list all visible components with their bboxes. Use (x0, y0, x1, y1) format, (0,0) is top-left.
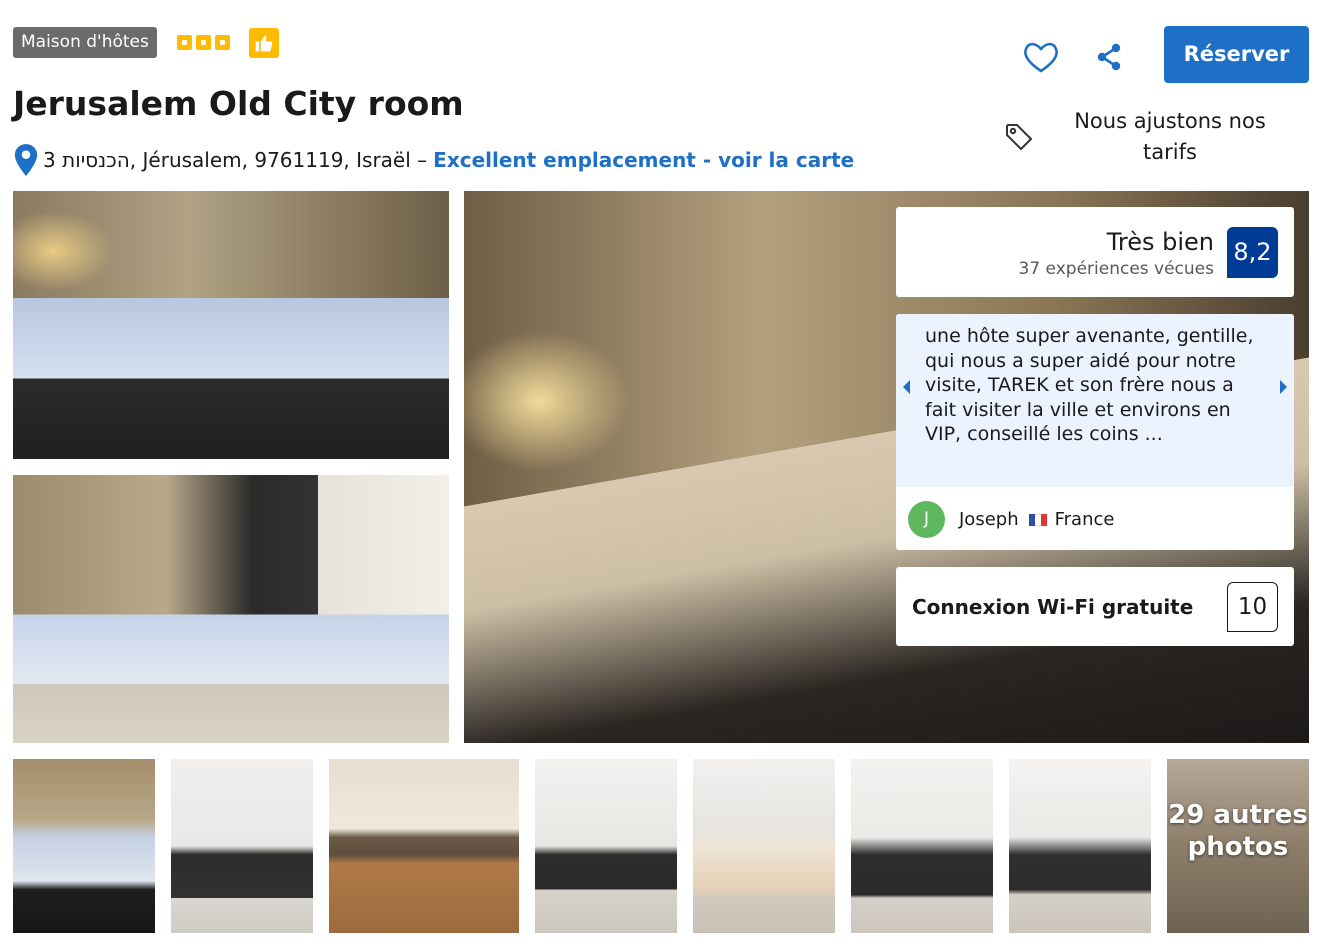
star-icon (215, 35, 230, 50)
star-icon (177, 35, 192, 50)
review-count: 37 expériences vécues (1018, 259, 1214, 279)
price-match-note[interactable]: Nous ajustons nos tarifs (1050, 106, 1290, 168)
rating-score-badge: 8,2 (1227, 227, 1278, 278)
reviewer-info: Joseph France (959, 509, 1114, 530)
gallery-thumbnail[interactable] (1009, 759, 1151, 933)
gallery-photo[interactable] (13, 191, 449, 459)
thumbs-up-icon[interactable] (249, 28, 279, 58)
save-favorite-button[interactable] (1022, 39, 1060, 75)
reviewer-country: France (1054, 509, 1115, 530)
address-line: 3 הכנסיות, Jérusalem, 9761119, Israël – … (13, 143, 854, 177)
reserve-button[interactable]: Réserver (1164, 26, 1309, 83)
france-flag-icon (1028, 513, 1047, 526)
wifi-label: Connexion Wi-Fi gratuite (912, 595, 1194, 619)
more-photos-thumbnail[interactable]: 29 autres photos (1167, 759, 1309, 933)
review-quote-box: une hôte super avenante, gentille, qui n… (896, 314, 1294, 487)
gallery-thumbnail[interactable] (171, 759, 313, 933)
gallery-thumbnail[interactable] (693, 759, 835, 933)
rating-summary[interactable]: Très bien 37 expériences vécues 8,2 (896, 207, 1294, 297)
guest-review-card: une hôte super avenante, gentille, qui n… (896, 314, 1294, 550)
review-text: une hôte super avenante, gentille, qui n… (925, 325, 1254, 446)
chevron-left-icon (903, 380, 910, 394)
avatar: J (908, 501, 945, 538)
previous-review-button[interactable] (896, 372, 916, 402)
gallery-thumbnail[interactable] (535, 759, 677, 933)
next-review-button[interactable] (1274, 372, 1294, 402)
rating-label: Très bien (1106, 228, 1214, 256)
gallery-thumbnail[interactable] (851, 759, 993, 933)
address-text: 3 הכנסיות, Jérusalem, 9761119, Israël – (43, 148, 428, 172)
price-tag-icon (1006, 124, 1032, 150)
gallery-thumbnail[interactable] (329, 759, 519, 933)
page-title: Jerusalem Old City room (13, 84, 464, 123)
share-icon (1097, 43, 1121, 71)
star-rating (177, 35, 230, 50)
chevron-right-icon (1280, 380, 1287, 394)
heart-icon (1024, 42, 1058, 73)
map-pin-icon (14, 144, 38, 176)
wifi-score-badge: 10 (1227, 582, 1278, 632)
property-type-badge: Maison d'hôtes (13, 27, 157, 58)
wifi-rating-card: Connexion Wi-Fi gratuite 10 (896, 567, 1294, 646)
more-photos-label: 29 autres photos (1168, 800, 1308, 862)
gallery-thumbnail[interactable] (13, 759, 155, 933)
reviewer-name: Joseph (959, 509, 1019, 530)
share-button[interactable] (1094, 41, 1124, 73)
map-link[interactable]: Excellent emplacement - voir la carte (433, 148, 854, 172)
gallery-photo[interactable] (13, 475, 449, 743)
star-icon (196, 35, 211, 50)
